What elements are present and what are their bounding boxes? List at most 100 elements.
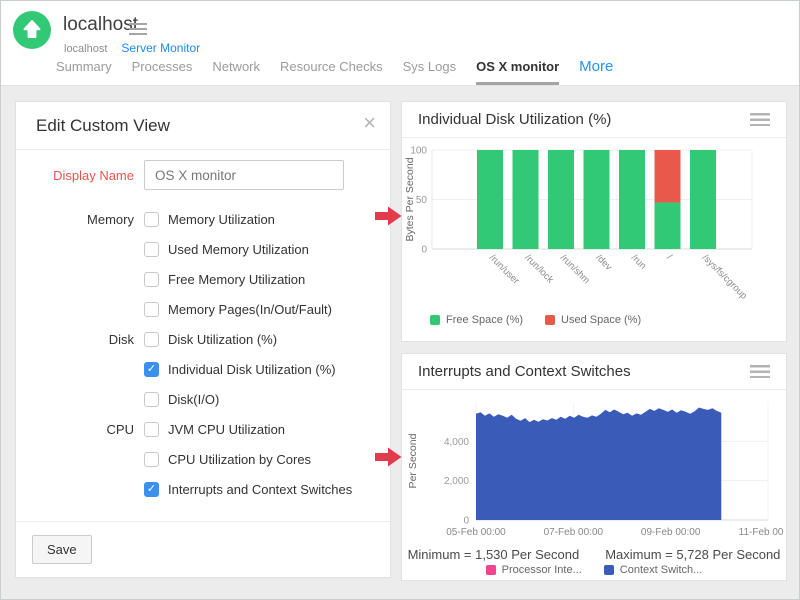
svg-text:Per Second: Per Second — [407, 433, 419, 488]
checkbox-label: Individual Disk Utilization (%) — [168, 362, 336, 377]
red-pointer-arrow-icon — [375, 447, 402, 467]
checkbox-row: Free Memory Utilization — [36, 272, 374, 287]
checkbox-label: CPU Utilization by Cores — [168, 452, 311, 467]
tab-processes[interactable]: Processes — [132, 59, 193, 82]
ics-chart-title: Interrupts and Context Switches — [418, 363, 631, 380]
svg-text:2,000: 2,000 — [444, 476, 469, 487]
monitor-status-icon[interactable] — [13, 11, 51, 49]
group-label-memory: Memory — [36, 212, 134, 227]
disk-card-header: Individual Disk Utilization (%) — [402, 102, 786, 138]
svg-text:/run/user: /run/user — [487, 252, 521, 286]
tab-resource-checks[interactable]: Resource Checks — [280, 59, 383, 82]
svg-text:/run/lock: /run/lock — [522, 252, 555, 285]
ics-maximum-text: Maximum = 5,728 Per Second — [605, 547, 780, 562]
ics-chart-svg: 05-Feb 00:00 07-Feb 00:00 09-Feb 00:00 11-F… — [404, 392, 784, 542]
legend-swatch — [545, 315, 555, 325]
checkbox-row: CPU Utilization by Cores — [36, 452, 374, 467]
panel-footer: Save — [16, 521, 390, 577]
legend-item-context-switch[interactable]: Context Switch... — [604, 564, 703, 576]
svg-text:4,000: 4,000 — [444, 437, 469, 448]
legend-swatch — [430, 315, 440, 325]
legend-item-processor-inte[interactable]: Processor Inte... — [486, 564, 582, 576]
checkbox-memory-utilization[interactable] — [144, 212, 159, 227]
display-name-label: Display Name — [36, 168, 134, 183]
legend-swatch — [486, 565, 496, 575]
checkbox-label: Disk Utilization (%) — [168, 332, 277, 347]
breadcrumb-link-server-monitor[interactable]: Server Monitor — [121, 41, 200, 55]
svg-text:05-Feb 00:00: 05-Feb 00:00 — [446, 527, 506, 538]
checkbox-memory-pages-in-out-fault[interactable] — [144, 302, 159, 317]
svg-text:/run/shm: /run/shm — [558, 252, 592, 286]
legend-item-free-space[interactable]: Free Space (%) — [430, 314, 523, 326]
page-body: Edit Custom View × Display Name MemoryMe… — [1, 86, 799, 600]
checkbox-row: Used Memory Utilization — [36, 242, 374, 257]
svg-text:0: 0 — [463, 516, 469, 527]
checkbox-used-memory-utilization[interactable] — [144, 242, 159, 257]
svg-text:0: 0 — [421, 245, 427, 256]
checkbox-row: Memory Pages(In/Out/Fault) — [36, 302, 374, 317]
svg-text:09-Feb 00:00: 09-Feb 00:00 — [641, 527, 701, 538]
disk-chart-menu-icon[interactable] — [750, 113, 770, 126]
tab-bar: Summary Processes Network Resource Checks Sy… — [56, 58, 613, 85]
title-hamburger-icon[interactable] — [129, 23, 147, 35]
svg-text:100: 100 — [410, 146, 427, 157]
checkbox-cpu-utilization-by-cores[interactable] — [144, 452, 159, 467]
checkbox-label: Interrupts and Context Switches — [168, 482, 352, 497]
svg-text:/sys/fs/cgroup: /sys/fs/cgroup — [700, 252, 749, 301]
checkbox-disk-i-o[interactable] — [144, 392, 159, 407]
legend-label: Processor Inte... — [502, 564, 582, 576]
checkbox-label: Free Memory Utilization — [168, 272, 305, 287]
svg-text:50: 50 — [416, 195, 428, 206]
checkbox-row: MemoryMemory Utilization — [36, 212, 374, 227]
checkbox-row: CPUJVM CPU Utilization — [36, 422, 374, 437]
svg-text:/run: /run — [629, 252, 648, 271]
breadcrumb-parent: localhost — [64, 43, 107, 55]
checkbox-jvm-cpu-utilization[interactable] — [144, 422, 159, 437]
disk-chart-plot: 0 50 100Bytes Per Second/run/user/run/lock… — [402, 140, 786, 318]
svg-text:11-Feb 00:00: 11-Feb 00:00 — [739, 527, 784, 538]
checkbox-label: Memory Pages(In/Out/Fault) — [168, 302, 332, 317]
ics-summary-row: Minimum = 1,530 Per Second Maximum = 5,7… — [402, 547, 786, 562]
tab-summary[interactable]: Summary — [56, 59, 112, 82]
disk-chart-svg: 0 50 100Bytes Per Second/run/user/run/lock… — [404, 140, 784, 318]
svg-text:07-Feb 00:00: 07-Feb 00:00 — [544, 527, 604, 538]
legend-label: Free Space (%) — [446, 314, 523, 326]
checkbox-row: Interrupts and Context Switches — [36, 482, 374, 497]
panel-header: Edit Custom View × — [16, 102, 390, 150]
disk-utilization-card: Individual Disk Utilization (%) 0 50 100By… — [401, 101, 787, 342]
legend-item-used-space[interactable]: Used Space (%) — [545, 314, 641, 326]
interrupts-card: Interrupts and Context Switches 05-Feb 0… — [401, 353, 787, 581]
svg-text:Bytes Per Second: Bytes Per Second — [404, 157, 416, 241]
checkbox-interrupts-and-context-switches[interactable] — [144, 482, 159, 497]
tab-os-x-monitor[interactable]: OS X monitor — [476, 59, 559, 85]
tab-sys-logs[interactable]: Sys Logs — [403, 59, 456, 82]
svg-text:/dev: /dev — [593, 252, 614, 273]
checkbox-free-memory-utilization[interactable] — [144, 272, 159, 287]
ics-chart-legend: Processor Inte... Context Switch... — [402, 564, 786, 576]
disk-chart-title: Individual Disk Utilization (%) — [418, 111, 611, 128]
disk-chart-legend: Free Space (%) Used Space (%) — [430, 314, 786, 326]
display-name-input[interactable] — [144, 160, 344, 190]
checkbox-row: Individual Disk Utilization (%) — [36, 362, 374, 377]
checkbox-individual-disk-utilization[interactable] — [144, 362, 159, 377]
group-label-cpu: CPU — [36, 422, 134, 437]
ics-chart-plot: 05-Feb 00:00 07-Feb 00:00 09-Feb 00:00 11-F… — [402, 392, 786, 542]
display-name-row: Display Name — [36, 160, 374, 190]
more-link[interactable]: More — [579, 58, 613, 75]
legend-label: Context Switch... — [620, 564, 703, 576]
close-icon[interactable]: × — [363, 112, 376, 134]
breadcrumb: localhost Server Monitor — [64, 41, 200, 55]
group-label-disk: Disk — [36, 332, 134, 347]
checkbox-groups: MemoryMemory Utilization Used Memory Util… — [36, 212, 374, 497]
red-pointer-arrow-icon — [375, 206, 402, 226]
ics-chart-menu-icon[interactable] — [750, 365, 770, 378]
checkbox-label: Disk(I/O) — [168, 392, 219, 407]
checkbox-row: Disk(I/O) — [36, 392, 374, 407]
panel-form: Display Name MemoryMemory Utilization Use… — [16, 150, 390, 521]
svg-text:/: / — [664, 252, 674, 262]
checkbox-disk-utilization[interactable] — [144, 332, 159, 347]
save-button[interactable]: Save — [32, 535, 92, 564]
ics-minimum-text: Minimum = 1,530 Per Second — [408, 547, 580, 562]
legend-label: Used Space (%) — [561, 314, 641, 326]
tab-network[interactable]: Network — [212, 59, 260, 82]
